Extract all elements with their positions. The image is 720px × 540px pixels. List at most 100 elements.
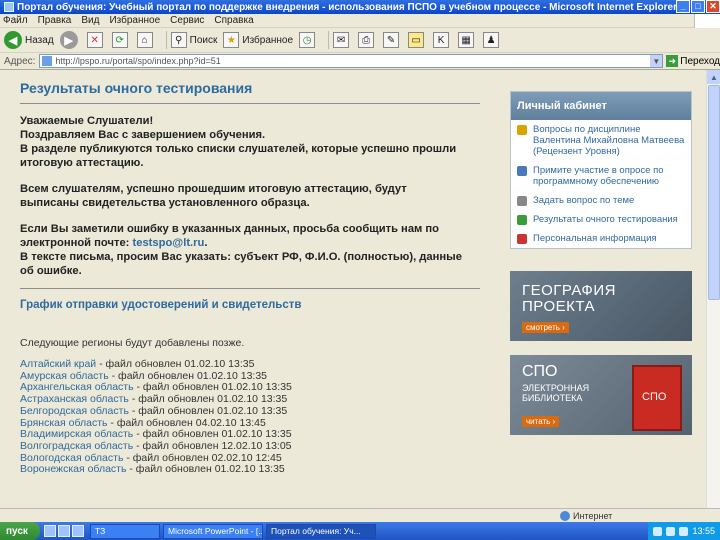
main-content: Результаты очного тестирования Уважаемые… [10, 70, 498, 522]
window-titlebar: Портал обучения: Учебный портал по подде… [0, 0, 720, 14]
task-powerpoint[interactable]: Microsoft PowerPoint - [...] [163, 523, 263, 539]
info-line1: В разделе публикуются только списки слуш… [20, 143, 457, 155]
discuss-icon: ▦ [458, 32, 475, 48]
address-label: Адрес: [4, 55, 36, 67]
region-link[interactable]: Белгородская область [20, 405, 129, 417]
list-item: Воронежская область - файл обновлен 01.0… [20, 463, 498, 476]
sidebar-item-ask[interactable]: Задать вопрос по теме [511, 191, 691, 210]
page-viewport: Результаты очного тестирования Уважаемые… [0, 70, 706, 522]
home-button[interactable]: ⌂ [136, 29, 156, 51]
sidebar-item-questions[interactable]: Вопросы по дисциплине Валентина Михайлов… [511, 120, 691, 161]
task-label: ТЗ [95, 526, 106, 536]
quick-launch-ie-icon[interactable] [44, 525, 56, 537]
home-icon: ⌂ [136, 32, 153, 48]
language-icon[interactable] [653, 526, 663, 536]
sidebar-item-label: Примите участие в опросе по программному… [533, 165, 664, 187]
sidebar-item-label: Результаты очного тестирования [533, 214, 678, 225]
right-sidebar: Личный кабинет Вопросы по дисциплине Вал… [510, 91, 692, 435]
region-link[interactable]: Архангельская область [20, 381, 134, 394]
menu-file[interactable]: Файл [3, 15, 28, 26]
favorites-button[interactable]: ★ Избранное [223, 29, 293, 51]
quick-launch-media-icon[interactable] [58, 525, 70, 537]
region-update: - файл обновлен 01.02.10 13:35 [133, 381, 292, 394]
menu-help[interactable]: Справка [214, 15, 253, 26]
congrats: Поздравляем Вас с завершением обучения. [20, 129, 266, 141]
edit-icon: ✎ [383, 32, 400, 48]
book-icon: СПО [632, 365, 682, 431]
divider [20, 288, 480, 289]
sidebar-item-label: Задать вопрос по теме [533, 195, 635, 206]
divider [20, 103, 480, 104]
vertical-scrollbar[interactable]: ▲ ▼ [706, 70, 720, 522]
network-icon[interactable] [666, 526, 676, 536]
edit-button[interactable]: ✎ [383, 29, 402, 51]
poll-icon [517, 166, 527, 176]
library-banner[interactable]: СПО ЭЛЕКТРОННАЯ БИБЛИОТЕКА читать › СПО [510, 355, 692, 435]
zone-label: Интернет [573, 510, 613, 521]
sidebar-item-label: Вопросы по дисциплине Валентина Михайлов… [533, 124, 685, 157]
region-link[interactable]: Алтайский край [20, 358, 96, 370]
start-button[interactable]: пуск [0, 522, 40, 540]
stop-icon: ✕ [86, 32, 103, 48]
cabinet-title: Личный кабинет [511, 92, 691, 120]
scroll-thumb[interactable] [708, 85, 720, 300]
region-link[interactable]: Брянская область [20, 417, 108, 429]
region-link[interactable]: Амурская область [20, 370, 109, 382]
region-link[interactable]: Вологодская область [20, 452, 123, 464]
email-link[interactable]: testspo@lt.ru [133, 237, 205, 249]
search-button[interactable]: ⚲ Поиск [170, 29, 217, 51]
print-button[interactable]: ⎙ [358, 29, 377, 51]
region-link[interactable]: Владимирская область [20, 428, 133, 440]
system-tray: 13:55 [648, 522, 720, 540]
toolbar: ◀ Назад ▶ ✕ ⟳ ⌂ ⚲ Поиск ★ Избранное ◷ ✉ … [0, 28, 720, 53]
minimize-button[interactable]: _ [676, 0, 690, 13]
menu-bar: Файл Правка Вид Избранное Сервис Справка [0, 14, 720, 28]
discuss-button[interactable]: ▦ [458, 29, 477, 51]
go-button[interactable]: ➜ Переход [666, 55, 720, 67]
k-button[interactable]: K [433, 29, 452, 51]
notes-button[interactable]: ▭ [408, 29, 427, 51]
region-link[interactable]: Воронежская область [20, 463, 126, 475]
region-update: - файл обновлен 01.02.10 13:35 [128, 393, 288, 406]
go-label: Переход [680, 55, 720, 67]
address-input[interactable]: http://lpspo.ru/portal/spo/index.php?id=… [39, 54, 664, 68]
forward-button[interactable]: ▶ [59, 29, 81, 51]
region-link[interactable]: Астраханская область [20, 393, 129, 405]
results-icon [517, 215, 527, 225]
task-folder[interactable]: ТЗ [90, 523, 160, 539]
region-update: - файл обновлен 01.02.10 13:35 [96, 358, 255, 370]
task-label: Microsoft PowerPoint - [...] [168, 526, 263, 536]
history-icon: ◷ [299, 32, 316, 48]
refresh-button[interactable]: ⟳ [111, 29, 131, 51]
mail-button[interactable]: ✉ [333, 29, 352, 51]
geography-banner[interactable]: ГЕОГРАФИЯ ПРОЕКТА смотреть › [510, 271, 692, 341]
sidebar-item-profile[interactable]: Персональная информация [511, 229, 691, 248]
library-read-button[interactable]: читать › [522, 416, 560, 427]
messenger-button[interactable]: ♟ [483, 29, 502, 51]
history-button[interactable]: ◷ [299, 29, 318, 51]
region-link[interactable]: Волгоградская область [20, 440, 133, 452]
region-update: - файл обновлен 02.02.10 12:45 [123, 451, 282, 464]
maximize-button[interactable]: □ [691, 0, 705, 13]
stop-button[interactable]: ✕ [86, 29, 106, 51]
menu-favorites[interactable]: Избранное [109, 15, 160, 26]
banner2-title: СПО [522, 363, 558, 380]
chevron-down-icon[interactable]: ▼ [650, 55, 663, 67]
menu-view[interactable]: Вид [81, 15, 99, 26]
sidebar-item-survey[interactable]: Примите участие в опросе по программному… [511, 161, 691, 191]
menu-edit[interactable]: Правка [38, 15, 72, 26]
notes-icon: ▭ [408, 32, 425, 48]
sidebar-item-results[interactable]: Результаты очного тестирования [511, 210, 691, 229]
close-button[interactable]: ✕ [706, 0, 720, 13]
banner1-title-line2: ПРОЕКТА [522, 298, 596, 315]
task-browser[interactable]: Портал обучения: Уч... [266, 523, 376, 539]
internet-zone-icon [560, 510, 570, 521]
quick-launch [44, 525, 84, 537]
geography-view-button[interactable]: смотреть › [522, 322, 569, 333]
k-icon: K [433, 32, 450, 48]
quick-launch-desktop-icon[interactable] [72, 525, 84, 537]
scroll-up-icon[interactable]: ▲ [707, 70, 720, 84]
volume-icon[interactable] [679, 526, 689, 536]
menu-tools[interactable]: Сервис [170, 15, 204, 26]
back-button[interactable]: ◀ Назад [4, 29, 54, 51]
